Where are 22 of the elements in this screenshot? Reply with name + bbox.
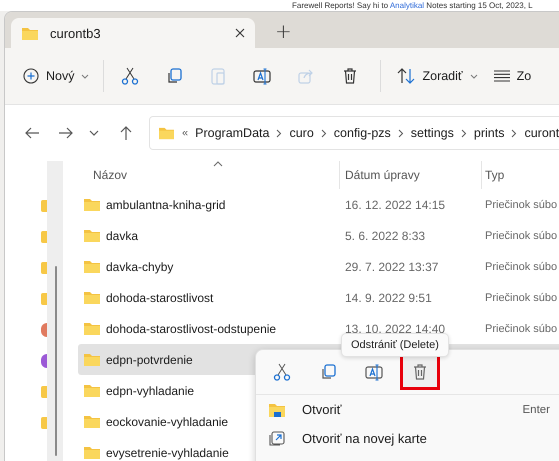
file-type: Priečinok súbo	[485, 198, 558, 210]
file-type: Priečinok súbo	[485, 230, 558, 242]
file-name: davka-chyby	[106, 260, 174, 274]
file-name: edpn-vyhladanie	[106, 384, 194, 398]
file-name: dohoda-starostlivost	[106, 290, 214, 304]
file-name: dohoda-starostlivost-odstupenie	[106, 322, 276, 336]
date-modified: 5. 6. 2022 8:33	[345, 228, 426, 242]
file-name: eockovanie-vyhladanie	[106, 414, 228, 428]
file-name: edpn-potvrdenie	[106, 352, 193, 366]
file-name: davka	[106, 228, 138, 242]
file-type: Priečinok súbo	[485, 292, 558, 304]
date-modified: 13. 10. 2022 14:40	[345, 322, 446, 336]
date-modified: 29. 7. 2022 13:37	[345, 260, 438, 274]
file-type: Priečinok súbo	[485, 260, 558, 272]
tooltip: Odstrániť (Delete)	[341, 333, 449, 357]
date-modified: 16. 12. 2022 14:15	[345, 198, 446, 212]
file-name: evysetrenie-vyhladanie	[106, 446, 229, 460]
file-type: Priečinok súbo	[485, 322, 558, 334]
background-banner-text: Farewell Reports! Say hi to Analytikal Notes starting 15 Oct, 2023, L	[0, 0, 559, 11]
file-name: ambulantna-kniha-grid	[106, 198, 226, 212]
date-modified: 14. 9. 2022 9:51	[345, 290, 432, 304]
tab-label: curontb3	[50, 26, 102, 40]
